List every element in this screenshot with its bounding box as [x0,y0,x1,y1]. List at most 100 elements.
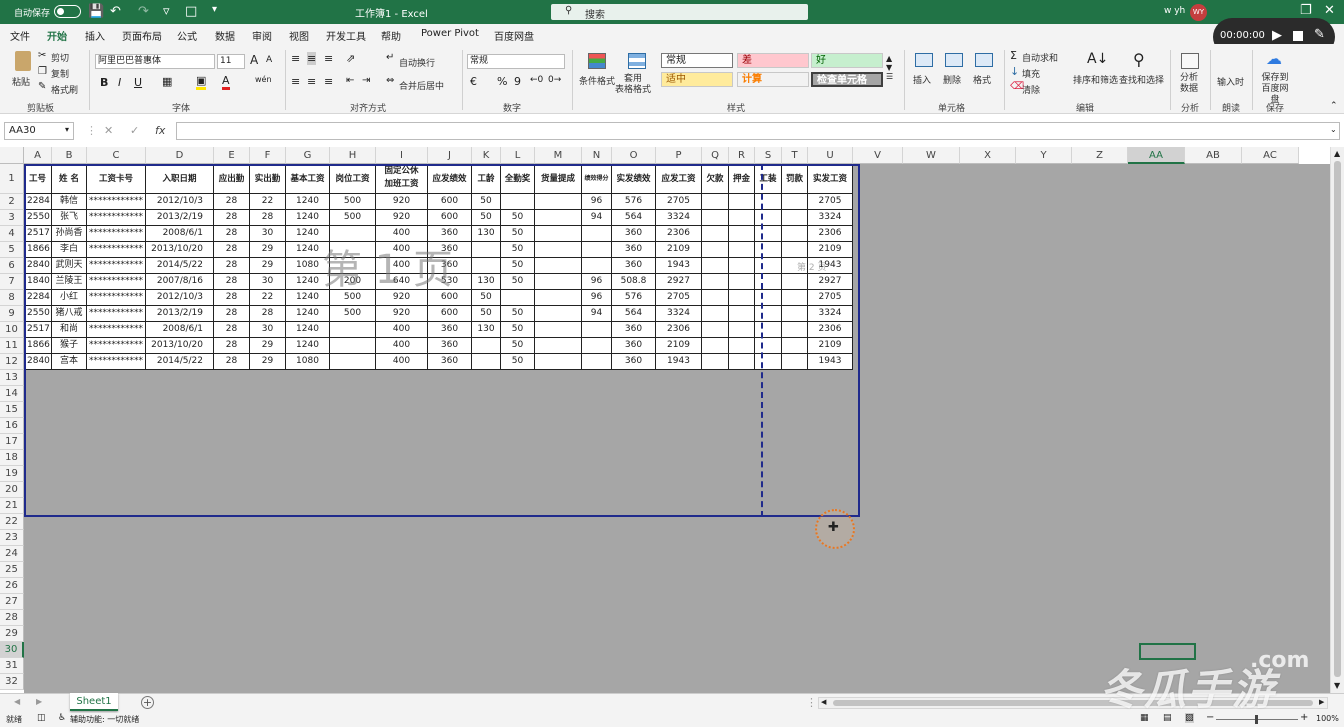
comma-button[interactable]: 9 [514,75,521,88]
table-header-cell[interactable]: 工资卡号 [87,164,146,194]
table-cell[interactable]: 360 [612,354,656,370]
table-cell[interactable]: 3324 [808,210,853,226]
table-cell[interactable] [782,322,808,338]
table-cell[interactable]: 2013/10/20 [146,338,214,354]
table-header-cell[interactable]: 工号 [24,164,52,194]
read-aloud-button[interactable]: 输入时 [1215,62,1247,96]
row-header[interactable]: 12 [0,354,24,370]
table-cell[interactable]: 2306 [656,226,702,242]
selected-cell[interactable] [1139,643,1196,660]
table-cell[interactable]: 564 [612,210,656,226]
scroll-right-icon[interactable]: ▶ [1319,698,1324,706]
stop-icon[interactable] [1293,31,1303,41]
table-cell[interactable]: 360 [428,242,472,258]
save-to-baidu-button[interactable]: ☁ 保存到 百度网盘 [1256,49,1292,105]
table-cell[interactable] [582,354,612,370]
table-cell[interactable]: 50 [472,306,501,322]
table-cell[interactable]: 600 [428,194,472,210]
scroll-up-icon[interactable]: ▲ [1334,149,1340,158]
table-cell[interactable] [535,290,582,306]
pen-icon[interactable]: ✎ [1314,27,1325,42]
table-header-cell[interactable]: 岗位工资 [330,164,376,194]
row-header[interactable]: 11 [0,338,24,354]
table-cell[interactable]: 2550 [24,306,52,322]
table-cell[interactable]: 50 [501,258,535,274]
table-cell[interactable]: 28 [214,322,250,338]
table-cell[interactable]: 2550 [24,210,52,226]
table-cell[interactable]: 96 [582,290,612,306]
table-cell[interactable]: 530 [428,274,472,290]
column-header[interactable]: I [376,147,428,164]
row-header[interactable]: 1 [0,164,24,194]
style-check-cell[interactable]: 检查单元格 [811,72,883,87]
format-as-table-button[interactable]: 套用 表格格式 [615,50,656,96]
table-cell[interactable]: 400 [376,322,428,338]
column-header[interactable]: M [535,147,582,164]
table-cell[interactable] [702,242,729,258]
table-cell[interactable]: 50 [501,306,535,322]
table-header-cell[interactable]: 全勤奖 [501,164,535,194]
row-header[interactable]: 25 [0,562,24,578]
table-cell[interactable]: ************ [87,210,146,226]
column-header[interactable]: Q [702,147,729,164]
table-cell[interactable]: 2705 [808,290,853,306]
table-cell[interactable]: 2306 [808,226,853,242]
column-header[interactable]: U [808,147,853,164]
table-cell[interactable] [330,354,376,370]
row-header[interactable]: 8 [0,290,24,306]
table-cell[interactable]: 1240 [286,194,330,210]
table-cell[interactable] [755,338,782,354]
table-cell[interactable] [782,210,808,226]
table-cell[interactable] [755,274,782,290]
table-cell[interactable] [582,226,612,242]
table-cell[interactable]: 600 [428,290,472,306]
align-top-icon[interactable]: ≡ [291,52,300,65]
table-cell[interactable] [755,354,782,370]
underline-button[interactable]: U [134,76,142,89]
column-header[interactable]: L [501,147,535,164]
table-cell[interactable] [782,290,808,306]
table-cell[interactable] [729,242,755,258]
table-cell[interactable]: 2013/10/20 [146,242,214,258]
table-header-cell[interactable]: 绩效得分 [582,164,612,194]
table-cell[interactable] [782,306,808,322]
table-cell[interactable]: 1080 [286,258,330,274]
table-cell[interactable]: 920 [376,194,428,210]
table-cell[interactable]: 2014/5/22 [146,354,214,370]
row-header[interactable]: 28 [0,610,24,626]
table-cell[interactable]: 1240 [286,338,330,354]
row-header[interactable]: 4 [0,226,24,242]
align-right-icon[interactable]: ≡ [324,75,333,88]
table-cell[interactable]: 2517 [24,322,52,338]
table-cell[interactable]: 920 [376,290,428,306]
table-cell[interactable]: 1240 [286,242,330,258]
copy-button[interactable]: 复制 [51,67,69,80]
table-cell[interactable] [729,258,755,274]
table-cell[interactable]: 564 [612,306,656,322]
table-cell[interactable] [702,322,729,338]
search-box[interactable]: ⚲ 搜索 [551,4,808,21]
table-cell[interactable]: 30 [250,322,286,338]
table-cell[interactable] [782,194,808,210]
column-header[interactable]: O [612,147,656,164]
table-cell[interactable] [755,226,782,242]
table-header-cell[interactable]: 货量提成 [535,164,582,194]
row-header[interactable]: 16 [0,418,24,434]
table-cell[interactable]: 2013/2/19 [146,306,214,322]
autosave-toggle[interactable] [54,5,81,18]
table-cell[interactable] [755,210,782,226]
table-cell[interactable] [729,290,755,306]
table-cell[interactable]: 576 [612,290,656,306]
collapse-ribbon-icon[interactable]: ⌃ [1330,101,1338,111]
row-header[interactable]: 5 [0,242,24,258]
style-neutral[interactable]: 适中 [661,72,733,87]
bold-button[interactable]: B [100,76,108,89]
column-header[interactable]: AB [1185,147,1242,164]
table-cell[interactable]: 1943 [656,354,702,370]
column-header[interactable]: N [582,147,612,164]
clear-button[interactable]: 清除 [1022,83,1040,96]
table-cell[interactable] [729,194,755,210]
wrap-text-button[interactable]: 自动换行 [399,56,435,69]
table-cell[interactable] [582,338,612,354]
shrink-font-button[interactable]: A [266,55,272,65]
